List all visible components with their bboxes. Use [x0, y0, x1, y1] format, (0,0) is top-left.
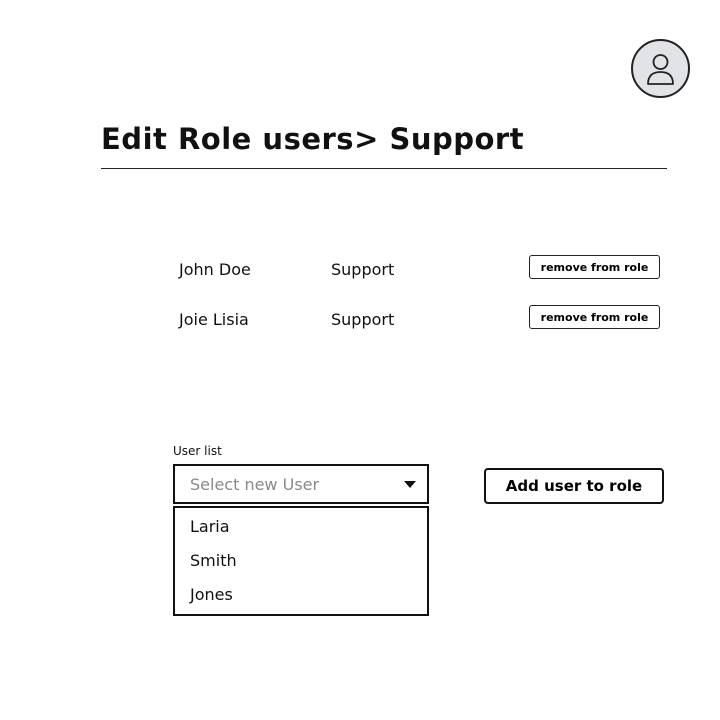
remove-from-role-button[interactable]: remove from role: [529, 255, 660, 279]
add-user-to-role-button[interactable]: Add user to role: [484, 468, 664, 504]
user-avatar-icon: [647, 54, 674, 85]
user-list-label: User list: [173, 444, 222, 458]
member-row: Joie Lisia Support remove from role: [0, 305, 720, 335]
user-select[interactable]: Select new User: [173, 464, 429, 504]
user-avatar[interactable]: [631, 39, 690, 98]
member-name: John Doe: [179, 260, 251, 279]
dropdown-option[interactable]: Smith: [190, 551, 237, 570]
page-title: Edit Role users> Support: [101, 122, 525, 156]
member-name: Joie Lisia: [179, 310, 249, 329]
title-divider: [101, 168, 667, 169]
user-dropdown-list: Laria Smith Jones: [173, 506, 429, 616]
member-role: Support: [331, 310, 395, 329]
member-row: John Doe Support remove from role: [0, 255, 720, 285]
member-role: Support: [331, 260, 395, 279]
remove-from-role-button[interactable]: remove from role: [529, 305, 660, 329]
caret-down-icon[interactable]: [404, 481, 416, 488]
user-select-placeholder: Select new User: [190, 475, 320, 494]
dropdown-option[interactable]: Jones: [190, 585, 233, 604]
dropdown-option[interactable]: Laria: [190, 517, 230, 536]
